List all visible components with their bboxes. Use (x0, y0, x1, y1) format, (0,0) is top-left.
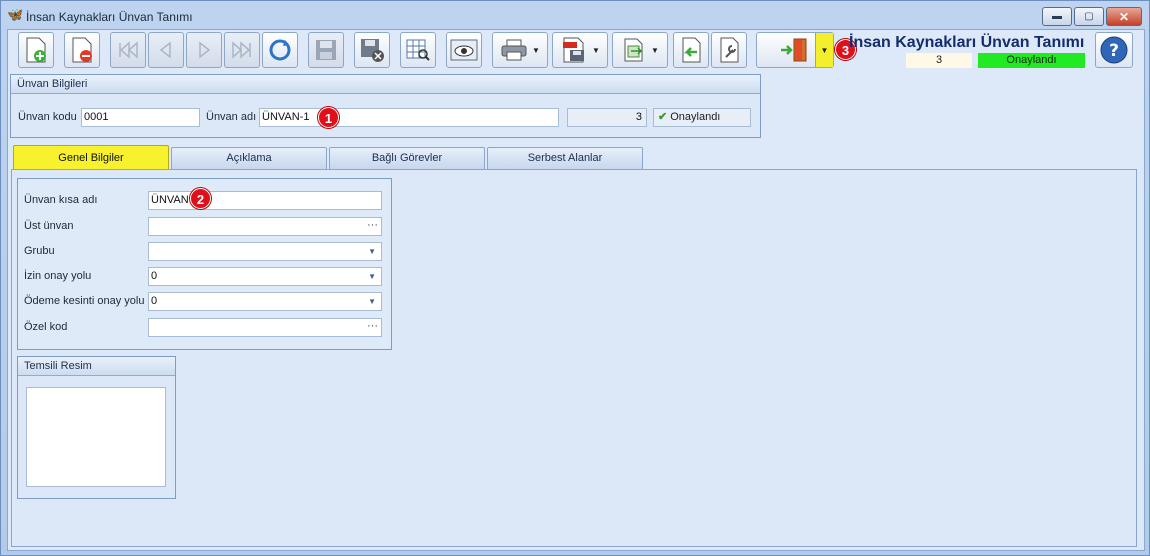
genel-bilgiler-panel: Ünvan kısa adı ÜNVAN 2 Üst ünvan ··· Gru… (11, 169, 1137, 547)
maximize-icon: ▢ (1084, 11, 1094, 22)
unvan-bilgileri-title: Ünvan Bilgileri (11, 75, 760, 94)
minimize-button[interactable]: ▬ (1042, 7, 1072, 26)
odeme-kesinti-onay-yolu-select[interactable]: 0 ▼ (148, 292, 382, 311)
approved-status-box[interactable]: ✔ Onaylandı (653, 108, 751, 127)
prev-record-button[interactable] (148, 32, 184, 68)
save-button[interactable] (308, 32, 344, 68)
window-title: İnsan Kaynakları Ünvan Tanımı (26, 10, 193, 24)
ust-unvan-label: Üst ünvan (24, 220, 74, 232)
export-icon (624, 38, 643, 62)
save-close-button[interactable] (354, 32, 390, 68)
temsili-resim-group: Temsili Resim (17, 356, 176, 499)
view-button[interactable] (446, 32, 482, 68)
next-record-button[interactable] (186, 32, 222, 68)
unvan-bilgileri-group: Ünvan Bilgileri Ünvan kodu 0001 Ünvan ad… (10, 74, 761, 138)
close-icon: ✕ (1118, 9, 1130, 24)
preview-icon (406, 39, 430, 61)
unvan-adi-label: Ünvan adı (206, 111, 257, 123)
ust-unvan-ellipsis-icon[interactable]: ··· (367, 218, 378, 234)
unvan-kisa-adi-input[interactable]: ÜNVAN (148, 191, 382, 210)
pdf-dropdown-arrow-icon[interactable]: ▼ (592, 46, 600, 55)
refresh-button[interactable] (262, 32, 298, 68)
unvan-adi-input[interactable]: ÜNVAN-1 (259, 108, 559, 127)
print-button[interactable]: ▼ (492, 32, 548, 68)
delete-document-icon (72, 37, 92, 63)
settings-button[interactable] (711, 32, 747, 68)
tab-aciklama[interactable]: Açıklama (171, 147, 327, 169)
eye-icon (450, 39, 478, 61)
main-window: 🦋 İnsan Kaynakları Ünvan Tanımı ▬ ▢ ✕ ▼ … (0, 0, 1150, 556)
approved-label: Onaylandı (670, 111, 721, 123)
page-title: İnsan Kaynakları Ünvan Tanımı (849, 34, 1085, 51)
help-icon: ? (1100, 36, 1128, 64)
new-document-icon (26, 37, 46, 63)
izin-onay-yolu-label: İzin onay yolu (24, 270, 92, 282)
form-content: ▼ ▼ ▼ ▼ 3 İnsan Kaynakları Ünvan Tanımı … (7, 29, 1145, 551)
title-bar: 🦋 İnsan Kaynakları Ünvan Tanımı ▬ ▢ ✕ (1, 1, 1149, 29)
pdf-icon (563, 37, 585, 63)
export-button[interactable]: ▼ (612, 32, 668, 68)
grubu-label: Grubu (24, 245, 55, 257)
butterfly-app-icon: 🦋 (7, 7, 24, 22)
temsili-resim-title: Temsili Resim (18, 357, 175, 376)
unvan-kodu-label: Ünvan kodu (18, 111, 77, 123)
last-record-button[interactable] (224, 32, 260, 68)
prev-icon (159, 41, 171, 59)
grubu-dropdown-icon[interactable]: ▼ (368, 243, 376, 260)
printer-icon (501, 39, 527, 61)
pdf-button[interactable]: ▼ (552, 32, 608, 68)
close-button[interactable]: ✕ (1106, 7, 1142, 26)
maximize-button[interactable]: ▢ (1074, 7, 1104, 26)
next-icon (199, 41, 211, 59)
new-record-button[interactable] (18, 32, 54, 68)
save-icon (316, 40, 336, 60)
genel-bilgiler-fields: Ünvan kısa adı ÜNVAN 2 Üst ünvan ··· Gru… (17, 178, 392, 350)
ozel-kod-ellipsis-icon[interactable]: ··· (367, 319, 378, 335)
export-dropdown-arrow-icon[interactable]: ▼ (651, 46, 659, 55)
step-marker-2: 2 (190, 188, 211, 209)
odeme-kesinti-onay-yolu-label: Ödeme kesinti onay yolu (24, 295, 145, 307)
refresh-icon (269, 39, 291, 61)
temsili-resim-image[interactable] (26, 387, 166, 487)
first-record-button[interactable] (110, 32, 146, 68)
tab-serbest-alanlar[interactable]: Serbest Alanlar (487, 147, 643, 169)
unvan-number-field: 3 (567, 108, 647, 127)
back-icon (682, 37, 701, 63)
izin-onay-yolu-select[interactable]: 0 ▼ (148, 267, 382, 286)
back-button[interactable] (673, 32, 709, 68)
grubu-select[interactable]: ▼ (148, 242, 382, 261)
tab-genel-bilgiler[interactable]: Genel Bilgiler (13, 145, 169, 169)
izin-onay-yolu-value: 0 (151, 270, 158, 282)
ozel-kod-label: Özel kod (24, 321, 68, 333)
tab-bagli-gorevler[interactable]: Bağlı Görevler (329, 147, 485, 169)
save-close-icon (361, 39, 384, 62)
status-badge: Onaylandı (978, 53, 1085, 68)
odeme-kesinti-dropdown-icon[interactable]: ▼ (368, 293, 376, 310)
check-icon: ✔ (658, 111, 668, 123)
ust-unvan-input[interactable]: ··· (148, 217, 382, 236)
ozel-kod-input[interactable]: ··· (148, 318, 382, 337)
delete-record-button[interactable] (64, 32, 100, 68)
print-dropdown-arrow-icon[interactable]: ▼ (532, 46, 540, 55)
izin-onay-yolu-dropdown-icon[interactable]: ▼ (368, 268, 376, 285)
step-marker-1: 1 (318, 107, 339, 128)
last-icon (232, 41, 251, 59)
svg-text:?: ? (1109, 41, 1119, 61)
status-number: 3 (906, 53, 972, 68)
unvan-kisa-adi-label: Ünvan kısa adı (24, 194, 98, 206)
exit-dropdown-arrow-icon[interactable]: ▼ (815, 33, 833, 67)
preview-button[interactable] (400, 32, 436, 68)
first-icon (119, 41, 138, 59)
odeme-kesinti-onay-yolu-value: 0 (151, 295, 158, 307)
wrench-icon (720, 37, 739, 63)
exit-button[interactable]: ▼ (756, 32, 834, 68)
help-button[interactable]: ? (1095, 32, 1133, 68)
minimize-icon: ▬ (1052, 11, 1062, 22)
unvan-kodu-input[interactable]: 0001 (81, 108, 200, 127)
exit-door-icon (781, 38, 807, 62)
